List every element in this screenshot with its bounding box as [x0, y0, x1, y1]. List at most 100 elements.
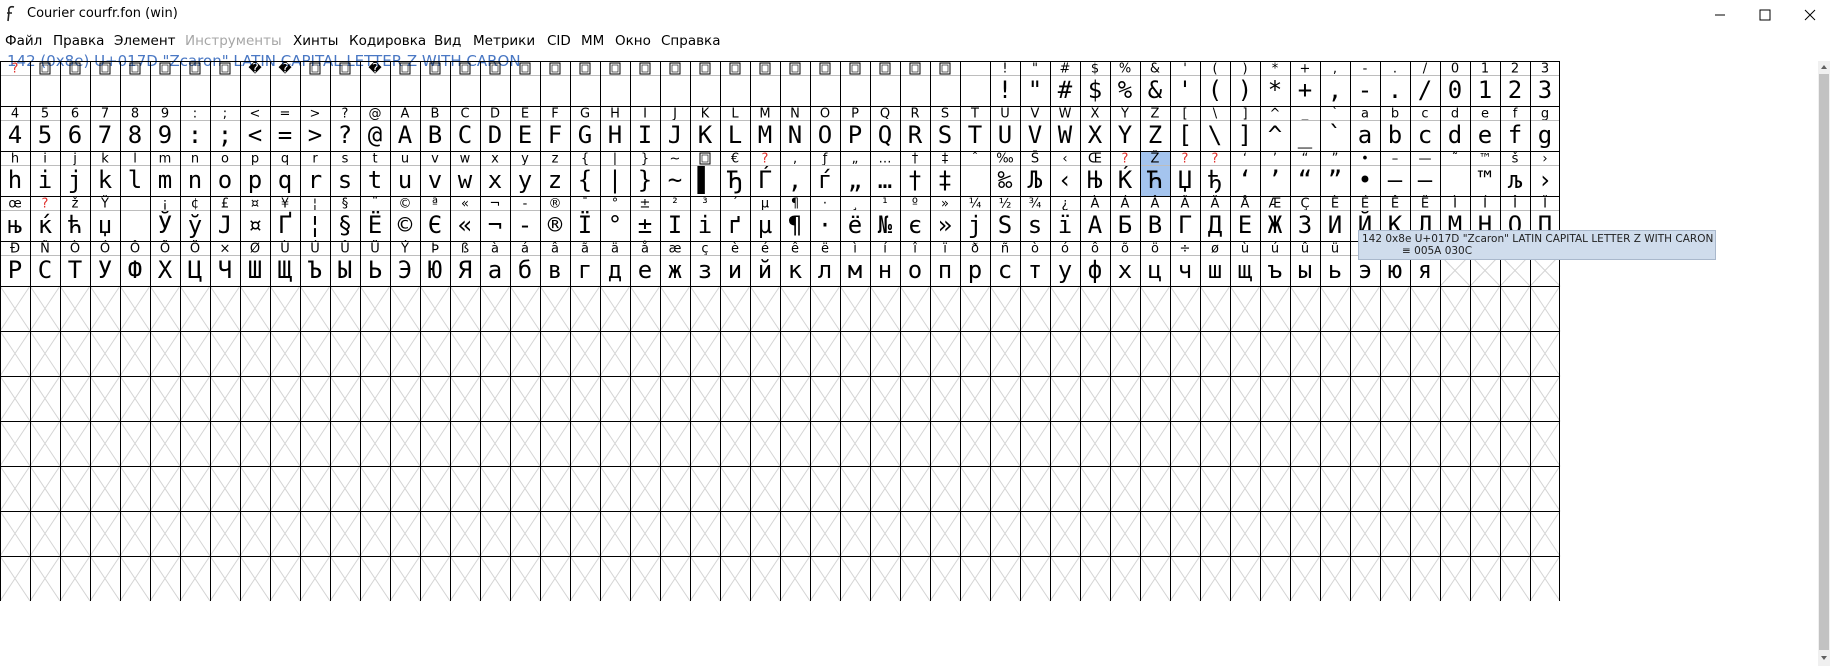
glyph-cell[interactable] — [1019, 510, 1051, 557]
glyph-cell[interactable] — [1229, 330, 1261, 377]
glyph-cell[interactable] — [1139, 420, 1171, 467]
glyph-cell[interactable] — [1169, 330, 1201, 377]
glyph-cell[interactable] — [1349, 330, 1381, 377]
glyph-cell[interactable] — [1379, 465, 1411, 512]
glyph-cell[interactable] — [1319, 330, 1351, 377]
glyph-cell[interactable] — [209, 420, 241, 467]
glyph-cell[interactable]: LL — [728, 107, 742, 150]
glyph-cell[interactable] — [879, 62, 891, 75]
glyph-cell[interactable]: YY — [1118, 107, 1133, 150]
glyph-cell[interactable] — [699, 62, 711, 75]
glyph-cell[interactable] — [449, 510, 481, 557]
glyph-cell[interactable]: àа — [488, 242, 502, 285]
menu-tools[interactable]: Инструменты — [185, 33, 282, 49]
glyph-cell[interactable]: üь — [1328, 242, 1342, 285]
glyph-cell[interactable]: †† — [908, 152, 922, 195]
glyph-cell[interactable] — [1229, 555, 1261, 602]
glyph-cell[interactable]: ƒѓ — [818, 152, 832, 195]
glyph-cell[interactable]: ÑС — [38, 241, 52, 285]
glyph-cell[interactable]: ¿ї — [1058, 197, 1072, 240]
glyph-cell[interactable] — [299, 555, 331, 602]
glyph-cell[interactable] — [359, 420, 391, 467]
glyph-cell[interactable] — [609, 62, 621, 75]
glyph-cell[interactable] — [629, 330, 661, 377]
glyph-cell[interactable] — [959, 285, 991, 332]
glyph-cell[interactable] — [0, 285, 31, 332]
glyph-cell[interactable] — [449, 555, 481, 602]
glyph-cell[interactable]: ½Ѕ — [998, 197, 1012, 240]
glyph-cell[interactable]: ll — [128, 152, 142, 195]
glyph-cell[interactable]: -- — [518, 197, 532, 240]
glyph-cell[interactable] — [1529, 555, 1561, 602]
glyph-cell[interactable]: ““ — [1298, 152, 1312, 195]
glyph-cell[interactable] — [299, 375, 331, 422]
glyph-cell[interactable] — [59, 285, 91, 332]
glyph-cell[interactable] — [1409, 465, 1441, 512]
menu-cid[interactable]: CID — [547, 33, 571, 49]
glyph-cell[interactable]: ÃГ — [1178, 196, 1192, 240]
glyph-cell[interactable] — [299, 510, 331, 557]
glyph-cell[interactable]: çз — [698, 242, 712, 285]
glyph-cell[interactable]: ^^ — [1268, 107, 1282, 150]
glyph-cell[interactable] — [1079, 465, 1111, 512]
glyph-cell[interactable] — [329, 420, 361, 467]
glyph-cell[interactable]: 22 — [1508, 62, 1522, 105]
glyph-cell[interactable] — [789, 62, 801, 75]
glyph-cell[interactable] — [1499, 510, 1531, 557]
glyph-cell[interactable] — [0, 510, 31, 557]
glyph-cell[interactable] — [1319, 555, 1351, 602]
glyph-cell[interactable] — [1229, 375, 1261, 422]
menu-element[interactable]: Элемент — [114, 33, 176, 49]
glyph-cell[interactable]: PP — [848, 107, 862, 150]
glyph-cell[interactable]: ûы — [1298, 242, 1312, 285]
glyph-cell[interactable] — [389, 330, 421, 377]
glyph-cell[interactable]: ss — [338, 152, 352, 195]
glyph-cell[interactable]: nn — [188, 152, 202, 195]
glyph-cell[interactable] — [1199, 465, 1231, 512]
glyph-cell[interactable] — [269, 285, 301, 332]
glyph-cell[interactable]: 33 — [1538, 62, 1552, 105]
glyph-cell[interactable]: ÓУ — [98, 241, 112, 285]
glyph-cell[interactable] — [689, 420, 721, 467]
glyph-cell[interactable]: ’’ — [1268, 152, 1282, 195]
glyph-cell[interactable] — [1169, 420, 1201, 467]
glyph-cell[interactable]: {{ — [578, 152, 592, 195]
glyph-cell[interactable]: gg — [1538, 107, 1552, 150]
glyph-cell[interactable]: [[ — [1178, 107, 1192, 150]
glyph-cell[interactable]: ÝЭ — [398, 241, 412, 285]
glyph-cell[interactable] — [1409, 285, 1441, 332]
glyph-cell[interactable] — [719, 375, 751, 422]
glyph-cell[interactable]: 44 — [8, 107, 22, 150]
glyph-cell[interactable] — [599, 375, 631, 422]
glyph-cell[interactable]: ‡‡ — [938, 152, 952, 195]
glyph-cell[interactable]: ¾ѕ — [1028, 197, 1042, 240]
glyph-cell[interactable] — [509, 285, 541, 332]
glyph-cell[interactable]: ðр — [968, 242, 982, 285]
glyph-cell[interactable]: ™™ — [1478, 152, 1492, 195]
glyph-cell[interactable]: ŒЊ — [1088, 152, 1103, 195]
glyph-cell[interactable] — [1259, 555, 1291, 602]
glyph-cell[interactable] — [869, 465, 901, 512]
glyph-cell[interactable]: zz — [548, 152, 562, 195]
glyph-cell[interactable] — [359, 375, 391, 422]
glyph-cell[interactable] — [539, 465, 571, 512]
glyph-cell[interactable] — [569, 420, 601, 467]
glyph-cell[interactable]: ×Ч — [218, 242, 232, 285]
glyph-cell[interactable] — [749, 330, 781, 377]
glyph-cell[interactable] — [1169, 510, 1201, 557]
glyph-cell[interactable] — [719, 510, 751, 557]
glyph-cell[interactable] — [939, 62, 951, 75]
glyph-cell[interactable] — [459, 62, 471, 75]
glyph-cell[interactable] — [59, 510, 91, 557]
glyph-cell[interactable] — [1469, 375, 1501, 422]
glyph-cell[interactable]: ÐР — [8, 242, 22, 285]
glyph-cell[interactable]: ## — [1058, 62, 1073, 105]
glyph-cell[interactable]: ñс — [998, 242, 1012, 285]
glyph-cell[interactable] — [1379, 420, 1411, 467]
glyph-cell[interactable] — [1109, 420, 1141, 467]
glyph-cell[interactable] — [119, 285, 151, 332]
glyph-cell[interactable]: §§ — [338, 197, 352, 240]
glyph-cell[interactable]: ¦¦ — [308, 197, 322, 240]
glyph-cell[interactable] — [449, 330, 481, 377]
glyph-cell[interactable] — [1019, 375, 1051, 422]
